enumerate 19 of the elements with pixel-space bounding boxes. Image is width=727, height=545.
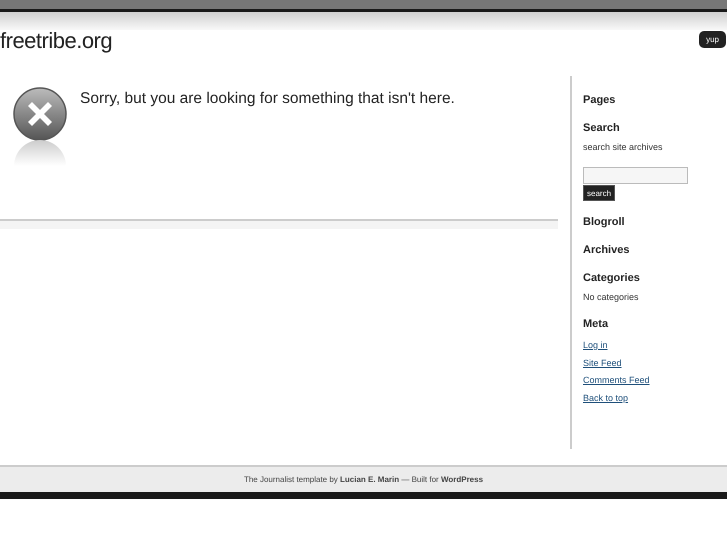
- badge[interactable]: yup: [699, 31, 726, 48]
- error-icon: [12, 86, 68, 166]
- search-field[interactable]: [583, 167, 688, 184]
- search-button[interactable]: search: [583, 185, 616, 201]
- sidebar-link[interactable]: Back to top: [583, 390, 628, 407]
- sidebar-link[interactable]: Site Feed: [583, 354, 622, 372]
- site-title[interactable]: freetribe.org: [0, 30, 112, 52]
- sidebar-link[interactable]: Log in: [583, 337, 608, 354]
- widget-heading: Meta: [583, 317, 608, 331]
- widget-heading: Categories: [583, 271, 640, 285]
- sidebar-link[interactable]: Comments Feed: [583, 372, 650, 390]
- widget-heading: Search: [583, 121, 620, 135]
- widget-heading: Blogroll: [583, 215, 625, 229]
- footer-text: The Journalist template by Lucian E. Marin — Built for WordPress: [244, 474, 484, 486]
- widget-heading: Archives: [583, 243, 630, 257]
- widget-text: No categories: [583, 291, 639, 303]
- error-message: Sorry, but you are looking for something that isn't here.: [80, 90, 455, 108]
- widget-heading: Pages: [583, 93, 616, 107]
- widget-text: search site archives: [583, 141, 663, 153]
